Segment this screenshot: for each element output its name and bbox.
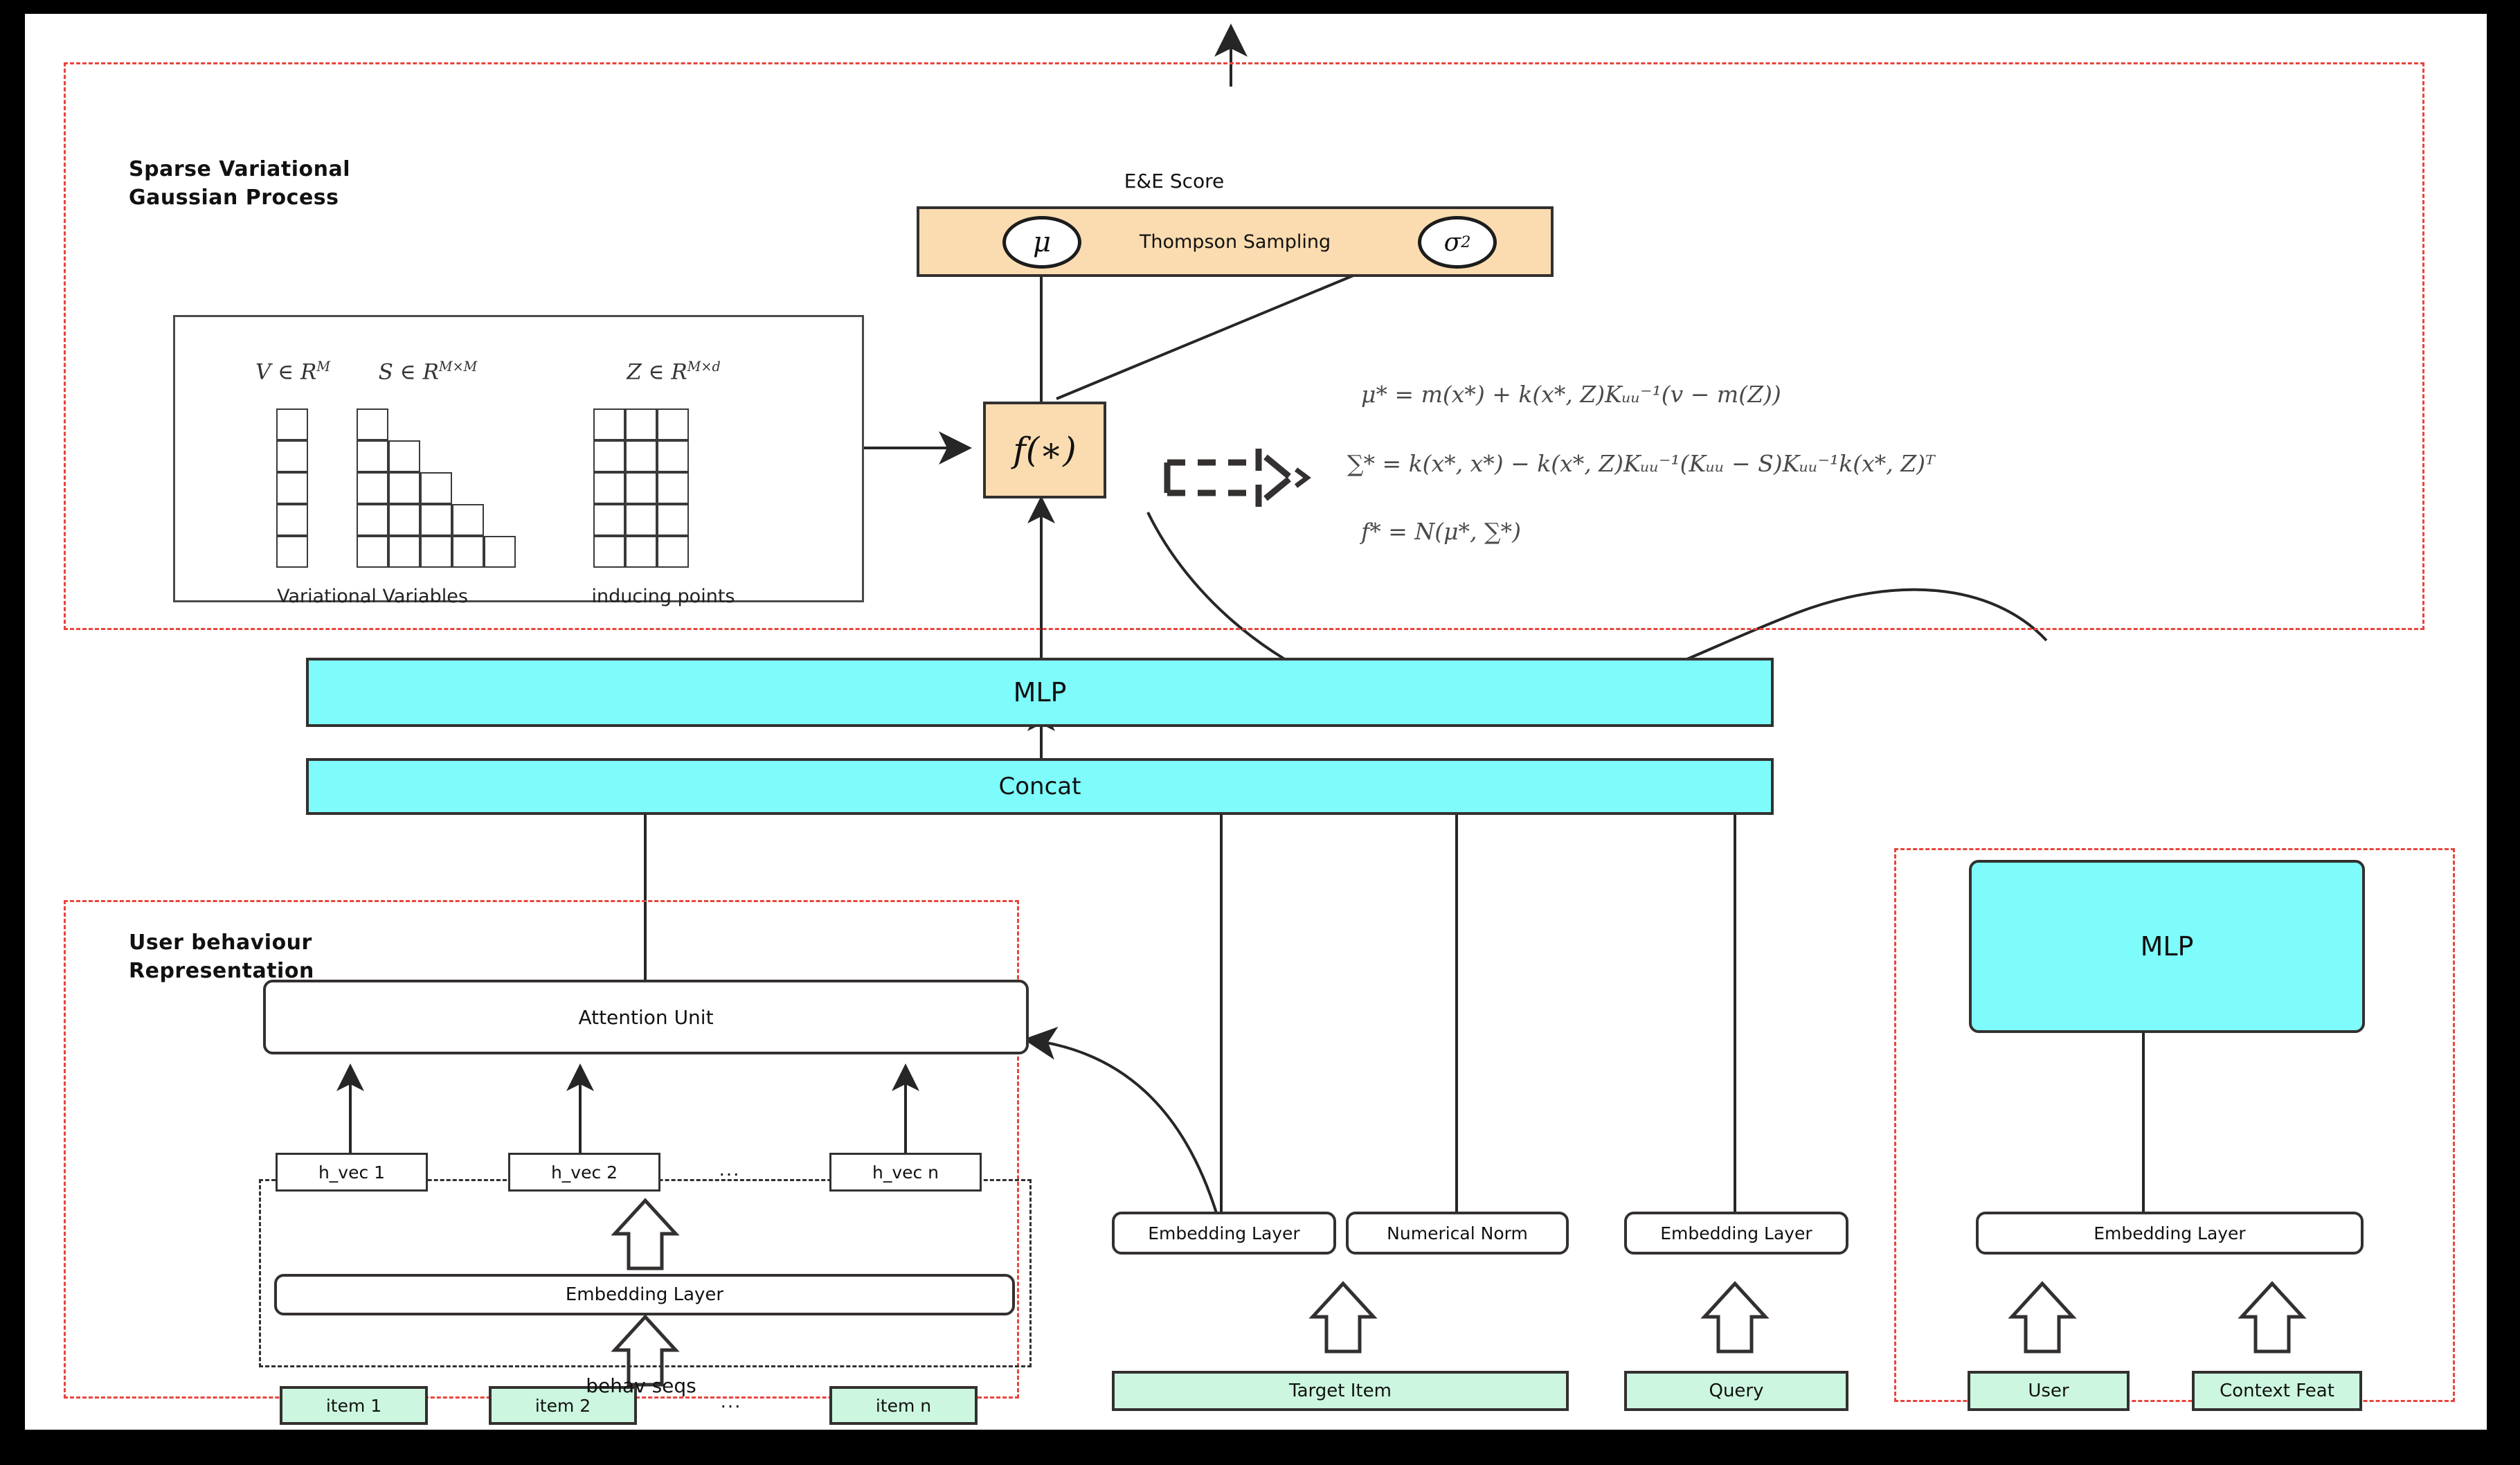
caption-variational-variables: Variational Variables (277, 586, 468, 607)
matrix-label-V-sup: M (316, 359, 331, 375)
formula-fstar: f* = N(μ*, ∑*) (1361, 518, 1521, 545)
f-star-box[interactable]: f(∗) (983, 402, 1106, 498)
user-label: User (2028, 1381, 2069, 1401)
h-vec-ellipsis: ... (719, 1160, 741, 1180)
h-vec-1-box[interactable]: h_vec 1 (276, 1153, 428, 1192)
matrix-S (357, 408, 516, 568)
item-1-label: item 1 (325, 1395, 382, 1416)
diagram-canvas-outer: Sparse Variational Gaussian Process E&E … (0, 0, 2520, 1465)
target-to-attention-curve (1023, 1026, 1218, 1216)
behav-embedding-layer-label: Embedding Layer (565, 1284, 724, 1305)
h-vec-2-label: h_vec 2 (550, 1162, 618, 1183)
user-box[interactable]: User (1968, 1371, 2130, 1411)
formula-sigma: ∑* = k(x*, x*) − k(x*, Z)Kᵤᵤ⁻¹(Kᵤᵤ − S)K… (1347, 450, 1935, 477)
context-feat-label: Context Feat (2220, 1381, 2334, 1401)
concat-label: Concat (998, 773, 1081, 800)
position-bias-embedding-layer-box[interactable]: Embedding Layer (1976, 1212, 2364, 1255)
matrix-label-S-text: S ∈ R (378, 359, 439, 385)
group-title-svgp: Sparse Variational Gaussian Process (129, 157, 351, 210)
target-embedding-layer-box[interactable]: Embedding Layer (1112, 1212, 1336, 1255)
behav-embedding-layer-box[interactable]: Embedding Layer (274, 1274, 1015, 1315)
position-bias-embedding-layer-label: Embedding Layer (2094, 1223, 2246, 1243)
caption-inducing-points: inducing points (591, 586, 735, 607)
query-embedding-layer-label: Embedding Layer (1660, 1223, 1812, 1243)
sigma-squared-circle: σ2 (1418, 216, 1497, 269)
concat-box[interactable]: Concat (306, 758, 1774, 815)
h-vec-2-box[interactable]: h_vec 2 (508, 1153, 660, 1192)
main-mlp-box[interactable]: MLP (306, 658, 1774, 727)
numerical-norm-box[interactable]: Numerical Norm (1346, 1212, 1569, 1255)
target-item-box[interactable]: Target Item (1112, 1371, 1569, 1411)
matrix-label-Z-text: Z ∈ R (627, 359, 687, 385)
query-label: Query (1709, 1381, 1764, 1401)
main-mlp-label: MLP (1013, 677, 1067, 708)
sigma-symbol: σ (1443, 228, 1461, 257)
target-item-label: Target Item (1289, 1381, 1392, 1401)
mu-circle: μ (1002, 216, 1081, 269)
matrix-label-Z-sup: M×d (687, 359, 721, 375)
item-2-label: item 2 (534, 1395, 591, 1416)
f-star-label: f(∗) (1013, 430, 1077, 470)
matrix-label-V: V ∈ RM (217, 359, 369, 384)
h-vec-1-label: h_vec 1 (318, 1162, 386, 1183)
h-vec-n-label: h_vec n (872, 1162, 939, 1183)
query-box[interactable]: Query (1624, 1371, 1848, 1411)
matrix-label-S: S ∈ RM×M (348, 359, 507, 384)
thompson-sampling-label: Thompson Sampling (1139, 231, 1331, 253)
item-n-label: item n (875, 1395, 932, 1416)
target-embedding-layer-label: Embedding Layer (1148, 1223, 1300, 1243)
h-vec-n-box[interactable]: h_vec n (829, 1153, 982, 1192)
position-bias-mlp-box[interactable]: MLP (1969, 860, 2365, 1033)
group-title-user-behaviour: User behaviour Representation (129, 931, 314, 983)
variational-panel: V ∈ RM S ∈ RM×M Z ∈ RM×d Variational Var… (173, 315, 864, 607)
item-1-box[interactable]: item 1 (280, 1386, 428, 1425)
attention-unit-box[interactable]: Attention Unit (263, 980, 1029, 1054)
mu-symbol: μ (1033, 226, 1051, 258)
sigma-exponent: 2 (1461, 233, 1471, 251)
matrix-label-V-text: V ∈ R (255, 359, 317, 385)
hollow-arrow-query-to-embed (1700, 1281, 1770, 1354)
numerical-norm-label: Numerical Norm (1387, 1223, 1528, 1243)
ee-score-label: E&E Score (1124, 170, 1225, 192)
behav-seqs-caption: behav seqs (586, 1374, 696, 1397)
behav-seqs-frame (259, 1179, 1032, 1367)
attention-unit-label: Attention Unit (578, 1005, 714, 1029)
position-bias-mlp-label: MLP (2140, 931, 2194, 962)
query-embedding-layer-box[interactable]: Embedding Layer (1624, 1212, 1848, 1255)
matrix-Z (593, 408, 689, 568)
formula-mu: μ* = m(x*) + k(x*, Z)Kᵤᵤ⁻¹(v − m(Z)) (1361, 381, 1781, 408)
hollow-arrow-targetitem-to-embed (1308, 1281, 1378, 1354)
context-feat-box[interactable]: Context Feat (2192, 1371, 2362, 1411)
diagram-canvas: Sparse Variational Gaussian Process E&E … (25, 14, 2487, 1430)
matrix-label-Z: Z ∈ RM×d (591, 359, 757, 384)
item-n-box[interactable]: item n (829, 1386, 978, 1425)
matrix-label-S-sup: M×M (438, 359, 478, 375)
matrix-V (276, 408, 308, 568)
